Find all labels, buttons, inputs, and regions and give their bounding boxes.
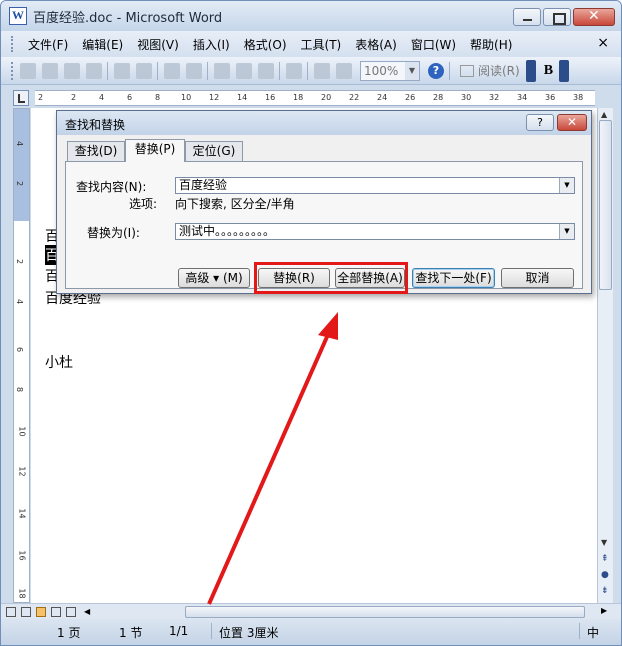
arrow-shaft <box>207 329 332 605</box>
annotation-arrow <box>207 312 338 605</box>
tab-replace[interactable]: 替换(P) <box>125 139 185 162</box>
arrow-head <box>318 312 338 340</box>
